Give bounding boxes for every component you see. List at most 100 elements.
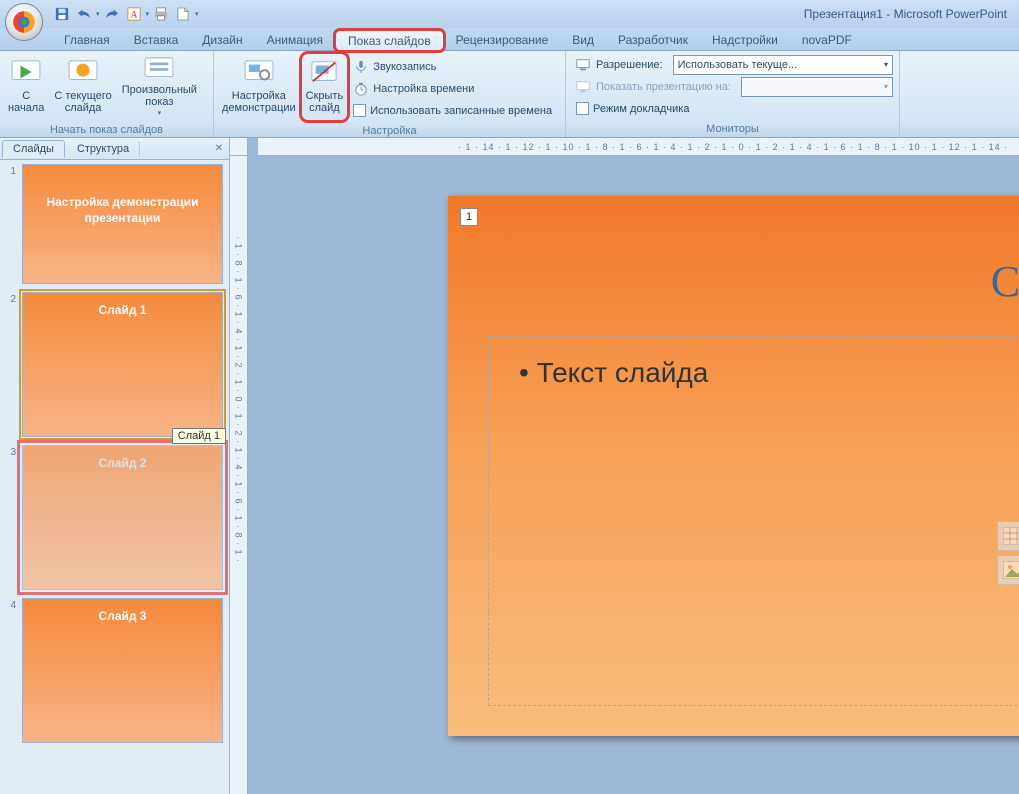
bullet-text[interactable]: • Текст слайда — [489, 337, 1019, 409]
custom-show-icon — [143, 56, 175, 82]
tab-home[interactable]: Главная — [52, 30, 122, 50]
tab-review[interactable]: Рецензирование — [444, 30, 561, 50]
undo-dropdown-icon[interactable]: ▾ — [96, 10, 100, 18]
tooltip: Слайд 1 — [172, 428, 226, 444]
thumb-number: 4 — [6, 598, 16, 611]
record-narration-button[interactable]: Звукозапись — [349, 56, 556, 77]
svg-text:A: A — [130, 10, 137, 21]
redo-icon[interactable] — [102, 4, 122, 24]
qat-item-a[interactable]: A — [124, 4, 144, 24]
thumb-title: Слайд 1 — [99, 303, 147, 317]
monitor-icon — [576, 58, 590, 72]
use-timings-label: Использовать записанные времена — [370, 105, 552, 117]
record-narration-label: Звукозапись — [373, 61, 436, 73]
checkbox-icon — [576, 102, 589, 115]
slide-editor: · 1 · 14 · 1 · 12 · 1 · 10 · 1 · 8 · 1 ·… — [230, 138, 1019, 794]
qat-a-dropdown-icon[interactable]: ▾ — [146, 10, 150, 18]
ruler-horizontal[interactable]: · 1 · 14 · 1 · 12 · 1 · 10 · 1 · 8 · 1 ·… — [258, 138, 1019, 156]
hide-slide-icon — [308, 56, 340, 88]
resolution-label: Разрешение: — [596, 59, 663, 71]
use-timings-checkbox[interactable]: Использовать записанные времена — [349, 100, 556, 121]
slide-thumb-2[interactable]: 2 Слайд 1 Слайд 1 — [6, 292, 223, 437]
thumb-title: Настройка демонстрации презентации — [46, 195, 198, 226]
save-icon[interactable] — [52, 4, 72, 24]
rehearse-timings-label: Настройка времени — [373, 83, 474, 95]
work-area: Слайды Структура ✕ 1 Настройка демонстра… — [0, 138, 1019, 794]
insert-content-icons[interactable] — [997, 521, 1019, 585]
slide-title-text[interactable]: Слайд 2 — [991, 256, 1019, 307]
window-title: Презентация1 - Microsoft PowerPoint — [804, 7, 1007, 21]
thumb-title: Слайд 3 — [99, 609, 147, 623]
qat-customize-icon[interactable]: ▾ — [195, 10, 199, 18]
group-setup: Настройка демонстрации Скрыть слайд Звук… — [214, 51, 566, 137]
insert-table-icon[interactable] — [997, 521, 1019, 551]
from-beginning-label: С начала — [8, 90, 44, 114]
quick-print-icon[interactable] — [151, 4, 171, 24]
group-start: С начала С текущего слайда Произвольный … — [0, 51, 214, 137]
quick-access-toolbar: ▾ A ▾ ▾ — [52, 0, 199, 28]
hide-slide-button[interactable]: Скрыть слайд — [302, 54, 348, 120]
group-setup-label: Настройка — [214, 124, 565, 139]
checkbox-icon — [353, 104, 366, 117]
rehearse-timings-button[interactable]: Настройка времени — [349, 78, 556, 99]
ruler-vertical[interactable]: · 1 · 8 · 1 · 6 · 1 · 4 · 1 · 2 · 1 · 0 … — [230, 156, 248, 794]
show-on-combo: ▾ — [741, 77, 893, 97]
slide[interactable]: 1 Слайд 2 • Текст слайда — [448, 196, 1019, 736]
tab-developer[interactable]: Разработчик — [606, 30, 700, 50]
tab-design[interactable]: Дизайн — [190, 30, 254, 50]
insert-picture-icon[interactable] — [997, 555, 1019, 585]
presenter-view-checkbox[interactable]: Режим докладчика — [572, 98, 893, 119]
ruler-corner — [230, 138, 248, 156]
thumbnails[interactable]: 1 Настройка демонстрации презентации 2 С… — [0, 160, 229, 794]
from-current-icon — [67, 56, 99, 88]
tab-animation[interactable]: Анимация — [255, 30, 335, 50]
slide-number-box: 1 — [460, 208, 478, 226]
tab-slideshow[interactable]: Показ слайдов — [335, 30, 444, 51]
ribbon-tabs: Главная Вставка Дизайн Анимация Показ сл… — [0, 28, 1019, 51]
slide-thumb-1[interactable]: 1 Настройка демонстрации презентации — [6, 164, 223, 284]
slide-thumb-4[interactable]: 4 Слайд 3 — [6, 598, 223, 743]
close-icon[interactable]: ✕ — [215, 143, 223, 154]
office-button[interactable] — [5, 3, 43, 41]
setup-show-label: Настройка демонстрации — [222, 90, 296, 114]
panel-tab-slides[interactable]: Слайды — [2, 140, 65, 158]
slide-canvas[interactable]: 1 Слайд 2 • Текст слайда — [248, 156, 1019, 794]
from-beginning-button[interactable]: С начала — [4, 54, 48, 120]
setup-show-button[interactable]: Настройка демонстрации — [218, 54, 300, 120]
from-current-button[interactable]: С текущего слайда — [50, 54, 115, 120]
content-placeholder[interactable]: • Текст слайда — [488, 336, 1019, 706]
ribbon: С начала С текущего слайда Произвольный … — [0, 51, 1019, 138]
clock-icon — [353, 81, 369, 97]
tab-addins[interactable]: Надстройки — [700, 30, 790, 50]
panel-tabs: Слайды Структура ✕ — [0, 138, 229, 160]
monitor-icon — [576, 80, 590, 94]
slide-thumb-3[interactable]: 3 Слайд 2 — [6, 445, 223, 590]
resolution-combo[interactable]: Использовать текуще... ▾ — [673, 55, 893, 75]
undo-icon[interactable] — [74, 4, 94, 24]
title-bar: ▾ A ▾ ▾ Презентация1 - Microsoft PowerPo… — [0, 0, 1019, 28]
custom-show-button[interactable]: Произвольный показ ▾ — [118, 54, 201, 120]
microphone-icon — [353, 59, 369, 75]
chevron-down-icon: ▾ — [158, 110, 162, 118]
resolution-value: Использовать текуще... — [678, 59, 798, 71]
tab-novapdf[interactable]: novaPDF — [790, 30, 864, 50]
presenter-view-label: Режим докладчика — [593, 103, 689, 115]
thumb-number: 2 — [6, 292, 16, 305]
from-current-label: С текущего слайда — [54, 90, 111, 114]
chevron-down-icon: ▾ — [884, 60, 888, 69]
group-monitors-label: Мониторы — [566, 122, 899, 137]
custom-show-label: Произвольный показ — [122, 84, 197, 108]
hide-slide-label: Скрыть слайд — [306, 90, 344, 114]
group-monitors: Разрешение: Использовать текуще... ▾ Пок… — [566, 51, 900, 137]
group-start-label: Начать показ слайдов — [0, 123, 213, 138]
chevron-down-icon: ▾ — [884, 82, 888, 91]
from-beginning-icon — [10, 56, 42, 88]
new-doc-icon[interactable] — [173, 4, 193, 24]
thumb-number: 3 — [6, 445, 16, 458]
show-on-label: Показать презентацию на: — [596, 81, 731, 93]
thumb-number: 1 — [6, 164, 16, 177]
tab-insert[interactable]: Вставка — [122, 30, 191, 50]
panel-tab-outline[interactable]: Структура — [67, 141, 140, 157]
tab-view[interactable]: Вид — [560, 30, 606, 50]
slides-panel: Слайды Структура ✕ 1 Настройка демонстра… — [0, 138, 230, 794]
